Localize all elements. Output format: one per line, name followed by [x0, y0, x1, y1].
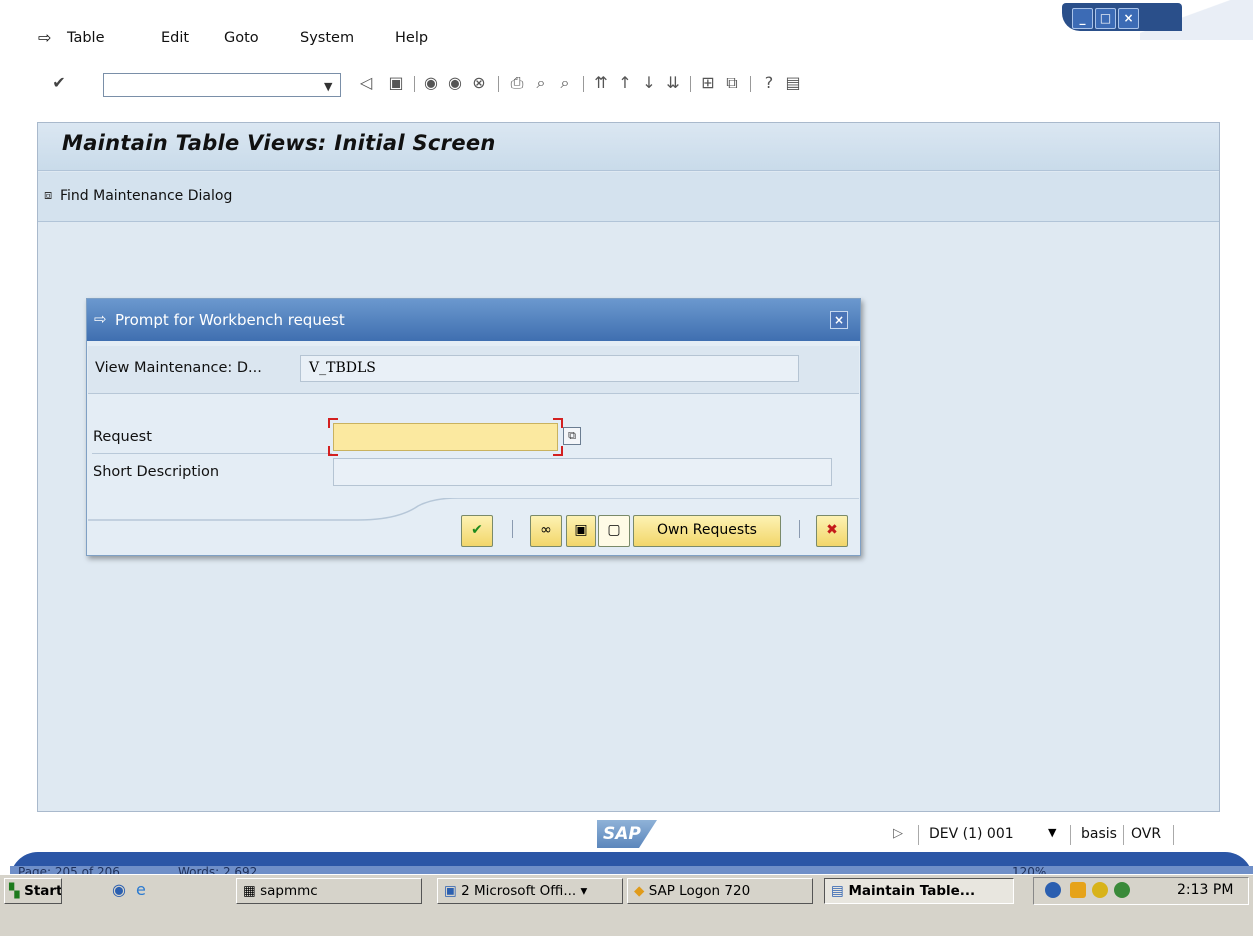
last-page-icon[interactable]: ⇊ — [664, 74, 682, 92]
maximize-icon[interactable]: □ — [1095, 8, 1116, 29]
close-window-icon[interactable]: × — [1118, 8, 1139, 29]
back-icon[interactable]: ◉ — [422, 74, 440, 92]
windows-logo-icon: ▚ — [9, 883, 20, 899]
command-dropdown-icon[interactable]: ▼ — [324, 80, 332, 93]
save-icon[interactable]: ▣ — [387, 74, 405, 92]
window-controls: _ □ × — [1062, 3, 1182, 31]
quicklaunch-browser-icon[interactable]: ◉ — [112, 880, 126, 899]
checkmark-icon: ✔ — [471, 522, 483, 538]
sap-tray-icon[interactable] — [1070, 882, 1086, 898]
clock: 2:13 PM — [1177, 882, 1234, 898]
help-tray-icon[interactable] — [1045, 882, 1061, 898]
task-maintain-table[interactable]: ▤ Maintain Table... — [824, 878, 1014, 904]
cancel-icon[interactable]: ⊗ — [470, 74, 488, 92]
short-description-label: Short Description — [93, 464, 220, 480]
view-maintenance-label: View Maintenance: D... — [95, 360, 262, 376]
menu-system[interactable]: System — [300, 30, 354, 46]
glasses-icon: ∞ — [540, 522, 552, 538]
user-info: basis — [1081, 826, 1117, 842]
mmc-icon: ▦ — [243, 883, 256, 899]
command-field[interactable] — [103, 73, 341, 97]
print-icon[interactable]: ⎙ — [508, 74, 526, 92]
own-requests-button[interactable]: Own Requests — [633, 515, 781, 547]
help-icon[interactable]: ? — [760, 74, 778, 92]
task-microsoft-office[interactable]: ▣ 2 Microsoft Offi... ▾ — [437, 878, 623, 904]
change-request-button[interactable]: ▣ — [566, 515, 596, 547]
menubar: ⇨ Table Edit Goto System Help — [0, 22, 1000, 52]
create-shortcut-icon[interactable]: ⧉ — [723, 74, 741, 92]
value-help-icon[interactable]: ⧉ — [563, 427, 581, 445]
required-marker-tr — [553, 418, 563, 428]
find-icon[interactable]: ⌕ — [532, 74, 550, 92]
quicklaunch-ie-icon[interactable]: e — [136, 880, 146, 899]
system-menu-icon[interactable]: ⇨ — [38, 28, 51, 47]
security-tray-icon[interactable] — [1092, 882, 1108, 898]
request-input[interactable] — [333, 423, 558, 451]
task-sap-logon[interactable]: ◆ SAP Logon 720 — [627, 878, 813, 904]
menu-help[interactable]: Help — [395, 30, 428, 46]
find-maintenance-dialog-button[interactable]: Find Maintenance Dialog — [60, 188, 232, 204]
first-page-icon[interactable]: ⇈ — [592, 74, 610, 92]
required-marker-tl — [328, 418, 338, 428]
create-session-icon[interactable]: ⊞ — [699, 74, 717, 92]
required-marker-bl — [328, 446, 338, 456]
binoculars-icon: ⧈ — [44, 188, 53, 203]
short-description-input[interactable] — [333, 458, 832, 486]
continue-button[interactable]: ✔ — [461, 515, 493, 547]
network-tray-icon[interactable] — [1114, 882, 1130, 898]
dialog-menu-icon[interactable]: ⇨ — [94, 310, 107, 328]
cancel-x-icon: ✖ — [826, 522, 838, 538]
task-sapmmc[interactable]: ▦ sapmmc — [236, 878, 422, 904]
menu-table[interactable]: Table — [67, 30, 105, 46]
back-arrow-icon[interactable]: ◁ — [357, 74, 375, 92]
dialog-close-icon[interactable]: × — [830, 311, 848, 329]
exit-icon[interactable]: ◉ — [446, 74, 464, 92]
display-object-list-button[interactable]: ∞ — [530, 515, 562, 547]
start-button[interactable]: ▚ Start — [4, 878, 62, 904]
cancel-button[interactable]: ✖ — [816, 515, 848, 547]
customize-layout-icon[interactable]: ▤ — [784, 74, 802, 92]
sap-logon-icon: ◆ — [634, 883, 645, 899]
menu-edit[interactable]: Edit — [161, 30, 189, 46]
system-dropdown-icon[interactable]: ▼ — [1048, 826, 1056, 839]
word-icon: ▣ — [444, 883, 457, 899]
sap-window-icon: ▤ — [831, 883, 844, 899]
status-expand-icon[interactable]: ▷ — [893, 826, 903, 841]
request-label: Request — [93, 429, 152, 445]
page-title: Maintain Table Views: Initial Screen — [62, 131, 496, 155]
input-mode: OVR — [1131, 826, 1162, 842]
view-name-field: V_TBDLS — [300, 355, 799, 382]
new-document-icon: ▢ — [607, 522, 621, 538]
start-label: Start — [24, 883, 62, 899]
system-info: DEV (1) 001 — [929, 826, 1014, 842]
request-underline — [92, 453, 332, 454]
required-marker-br — [553, 446, 563, 456]
create-request-button[interactable]: ▢ — [598, 515, 630, 547]
next-page-icon[interactable]: ↓ — [640, 74, 658, 92]
menu-goto[interactable]: Goto — [224, 30, 259, 46]
edit-icon: ▣ — [574, 522, 588, 538]
find-next-icon[interactable]: ⌕ — [556, 74, 574, 92]
minimize-icon[interactable]: _ — [1072, 8, 1093, 29]
previous-page-icon[interactable]: ↑ — [616, 74, 634, 92]
dialog-title: Prompt for Workbench request — [115, 311, 345, 329]
enter-icon[interactable]: ✔ — [50, 74, 68, 92]
